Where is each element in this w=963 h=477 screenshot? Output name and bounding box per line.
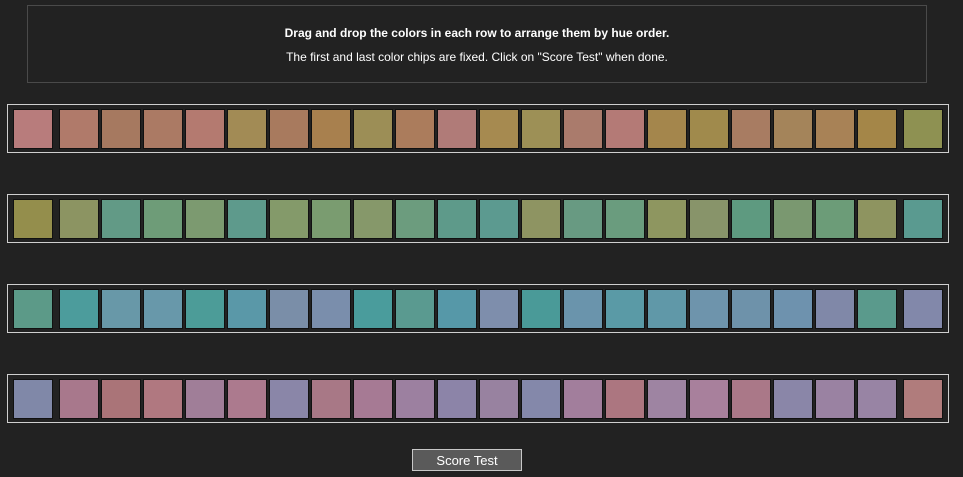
color-chip[interactable] — [437, 289, 477, 329]
color-chip[interactable] — [269, 379, 309, 419]
color-chip[interactable] — [731, 199, 771, 239]
color-row-3 — [7, 284, 949, 333]
color-chip[interactable] — [395, 289, 435, 329]
instructions-subtitle: The first and last color chips are fixed… — [286, 50, 668, 64]
color-chip[interactable] — [479, 109, 519, 149]
color-chip[interactable] — [647, 289, 687, 329]
color-chip[interactable] — [857, 379, 897, 419]
color-chip[interactable] — [857, 109, 897, 149]
color-chip[interactable] — [857, 199, 897, 239]
color-chip[interactable] — [353, 199, 393, 239]
color-chip[interactable] — [311, 109, 351, 149]
color-chip[interactable] — [143, 199, 183, 239]
color-chip[interactable] — [521, 289, 561, 329]
color-chip[interactable] — [773, 289, 813, 329]
score-test-button[interactable]: Score Test — [412, 449, 522, 471]
color-chip[interactable] — [605, 109, 645, 149]
color-chip[interactable] — [563, 199, 603, 239]
color-chip[interactable] — [101, 289, 141, 329]
color-chip[interactable] — [689, 199, 729, 239]
color-chip[interactable] — [395, 199, 435, 239]
color-chip[interactable] — [731, 109, 771, 149]
color-chip[interactable] — [647, 109, 687, 149]
color-chip[interactable] — [311, 379, 351, 419]
color-chip[interactable] — [227, 379, 267, 419]
color-chip[interactable] — [227, 199, 267, 239]
instructions-panel: Drag and drop the colors in each row to … — [27, 5, 927, 83]
color-chip[interactable] — [773, 199, 813, 239]
color-chip[interactable] — [479, 289, 519, 329]
color-row-1 — [7, 104, 949, 153]
color-chip[interactable] — [689, 109, 729, 149]
color-chip[interactable] — [59, 109, 99, 149]
color-chip[interactable] — [857, 289, 897, 329]
color-chip[interactable] — [815, 109, 855, 149]
color-chip[interactable] — [815, 379, 855, 419]
color-chip[interactable] — [311, 289, 351, 329]
color-chip[interactable] — [479, 199, 519, 239]
color-chip[interactable] — [269, 289, 309, 329]
color-chip[interactable] — [605, 289, 645, 329]
color-chip[interactable] — [521, 379, 561, 419]
fixed-color-chip — [903, 109, 943, 149]
color-chip[interactable] — [353, 379, 393, 419]
color-chip[interactable] — [59, 379, 99, 419]
color-chip[interactable] — [185, 289, 225, 329]
color-chip[interactable] — [563, 379, 603, 419]
color-chip[interactable] — [59, 289, 99, 329]
color-chip[interactable] — [815, 199, 855, 239]
color-chip[interactable] — [353, 289, 393, 329]
color-chip[interactable] — [59, 199, 99, 239]
color-chip[interactable] — [143, 109, 183, 149]
color-chip[interactable] — [563, 109, 603, 149]
color-row-2 — [7, 194, 949, 243]
color-chip[interactable] — [521, 199, 561, 239]
color-chip[interactable] — [395, 109, 435, 149]
color-chip[interactable] — [353, 109, 393, 149]
color-chip[interactable] — [647, 199, 687, 239]
fixed-color-chip — [13, 199, 53, 239]
fixed-color-chip — [13, 109, 53, 149]
color-chip[interactable] — [563, 289, 603, 329]
color-chip[interactable] — [101, 379, 141, 419]
color-chip[interactable] — [605, 199, 645, 239]
instructions-title: Drag and drop the colors in each row to … — [284, 26, 670, 40]
color-chip[interactable] — [521, 109, 561, 149]
fixed-color-chip — [903, 379, 943, 419]
color-chip[interactable] — [731, 379, 771, 419]
color-chip[interactable] — [185, 379, 225, 419]
color-chip[interactable] — [647, 379, 687, 419]
color-chip[interactable] — [185, 199, 225, 239]
color-chip[interactable] — [437, 379, 477, 419]
color-chip[interactable] — [269, 109, 309, 149]
color-chip[interactable] — [143, 379, 183, 419]
color-chip[interactable] — [227, 109, 267, 149]
color-chip[interactable] — [101, 109, 141, 149]
color-chip[interactable] — [269, 199, 309, 239]
fixed-color-chip — [903, 199, 943, 239]
fixed-color-chip — [13, 289, 53, 329]
color-chip[interactable] — [311, 199, 351, 239]
color-chip[interactable] — [731, 289, 771, 329]
color-chip[interactable] — [437, 109, 477, 149]
color-chip[interactable] — [437, 199, 477, 239]
color-chip[interactable] — [143, 289, 183, 329]
color-chip[interactable] — [479, 379, 519, 419]
color-chip[interactable] — [815, 289, 855, 329]
color-chip[interactable] — [227, 289, 267, 329]
color-chip[interactable] — [773, 379, 813, 419]
color-chip[interactable] — [689, 289, 729, 329]
color-chip[interactable] — [185, 109, 225, 149]
fixed-color-chip — [13, 379, 53, 419]
color-chip[interactable] — [395, 379, 435, 419]
color-chip[interactable] — [689, 379, 729, 419]
fixed-color-chip — [903, 289, 943, 329]
color-chip[interactable] — [773, 109, 813, 149]
color-chip[interactable] — [101, 199, 141, 239]
color-chip[interactable] — [605, 379, 645, 419]
color-row-4 — [7, 374, 949, 423]
